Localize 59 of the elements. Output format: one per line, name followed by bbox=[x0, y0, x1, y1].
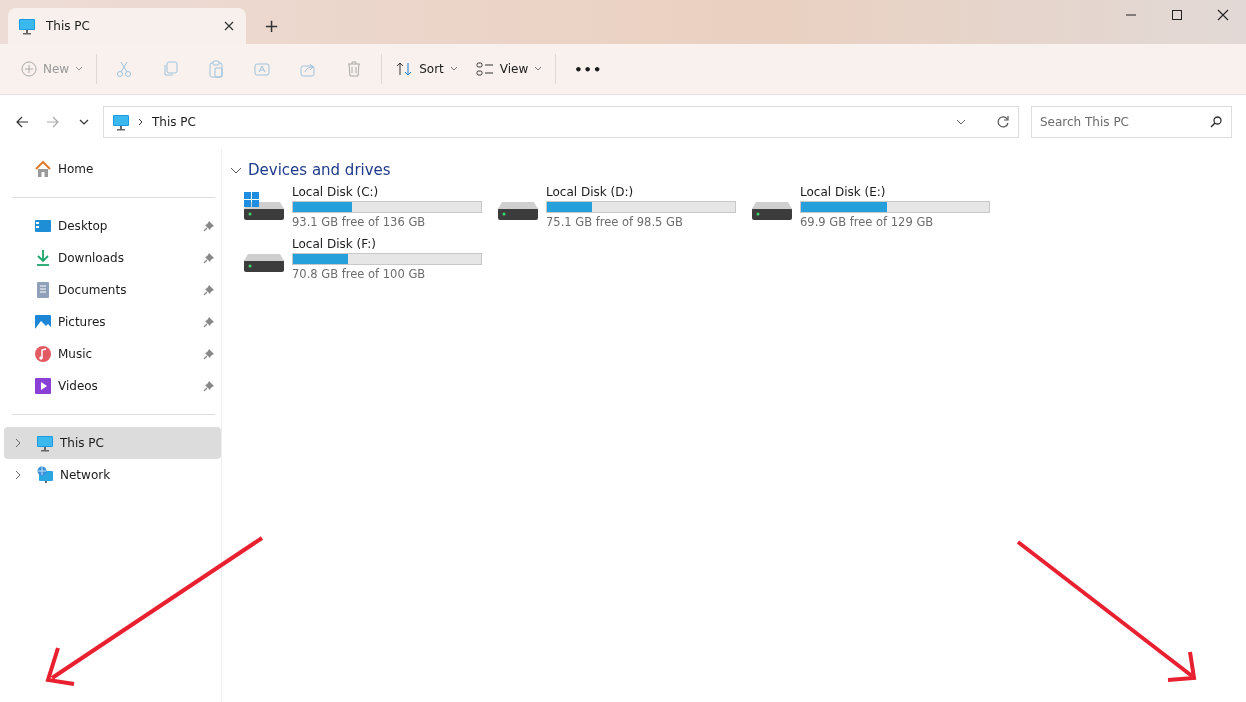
chevron-down-icon bbox=[956, 119, 966, 125]
music-icon bbox=[34, 345, 52, 363]
sidebar-item[interactable]: This PC bbox=[4, 427, 221, 459]
drive-name: Local Disk (C:) bbox=[292, 185, 380, 199]
more-button[interactable]: ••• bbox=[560, 52, 617, 86]
view-button[interactable]: View bbox=[466, 52, 552, 86]
back-icon[interactable] bbox=[15, 115, 29, 129]
sort-button[interactable]: Sort bbox=[386, 52, 467, 86]
drive-item[interactable]: Local Disk (F:) 70.8 GB free of 100 GB bbox=[242, 237, 496, 281]
refresh-icon bbox=[996, 115, 1010, 129]
computer-icon bbox=[18, 17, 36, 35]
caret-icon bbox=[75, 66, 84, 72]
breadcrumb[interactable]: This PC bbox=[152, 115, 196, 129]
new-tab-button[interactable]: + bbox=[264, 16, 280, 36]
sidebar-item[interactable]: Desktop bbox=[4, 210, 221, 242]
address-bar[interactable]: This PC bbox=[103, 106, 1019, 138]
maximize-icon[interactable] bbox=[1170, 8, 1184, 22]
caret-icon bbox=[449, 66, 458, 72]
image-icon bbox=[34, 313, 52, 331]
drive-space: 69.9 GB free of 129 GB bbox=[800, 215, 935, 229]
computer-icon bbox=[36, 434, 54, 452]
search-field[interactable]: Search This PC bbox=[1031, 106, 1232, 138]
caret-icon bbox=[534, 66, 543, 72]
drive-item[interactable]: Local Disk (E:) 69.9 GB free of 129 GB bbox=[750, 185, 1004, 229]
plus-icon bbox=[21, 61, 37, 77]
chevron-right-icon bbox=[138, 118, 144, 126]
search-icon bbox=[1209, 115, 1223, 129]
section-heading[interactable]: Devices and drives bbox=[248, 161, 391, 179]
computer-icon bbox=[112, 113, 130, 131]
drive-name: Local Disk (E:) bbox=[800, 185, 887, 199]
document-icon bbox=[34, 281, 52, 299]
drive-space: 70.8 GB free of 100 GB bbox=[292, 267, 427, 281]
sidebar-item[interactable]: Network bbox=[4, 459, 221, 491]
drive-item[interactable]: Local Disk (D:) 75.1 GB free of 98.5 GB bbox=[496, 185, 750, 229]
drive-item[interactable]: Local Disk (C:) 93.1 GB free of 136 GB bbox=[242, 185, 496, 229]
copy-icon bbox=[161, 60, 180, 78]
network-icon bbox=[36, 466, 54, 484]
sidebar-item[interactable]: Music bbox=[4, 338, 221, 370]
close-icon[interactable] bbox=[1216, 8, 1230, 22]
cut-icon bbox=[115, 60, 134, 78]
paste-icon bbox=[207, 60, 226, 78]
drive-name: Local Disk (F:) bbox=[292, 237, 377, 251]
video-icon bbox=[34, 377, 52, 395]
sidebar-item[interactable]: Home bbox=[4, 153, 221, 185]
sidebar-item[interactable]: Documents bbox=[4, 274, 221, 306]
home-icon bbox=[34, 160, 52, 178]
sort-icon bbox=[395, 61, 414, 77]
desktop-icon bbox=[34, 217, 52, 235]
download-icon bbox=[34, 249, 52, 267]
drive-space: 75.1 GB free of 98.5 GB bbox=[546, 215, 684, 229]
sidebar-item[interactable]: Downloads bbox=[4, 242, 221, 274]
view-icon bbox=[475, 61, 494, 77]
drive-space: 93.1 GB free of 136 GB bbox=[292, 215, 427, 229]
tab[interactable]: This PC bbox=[8, 8, 246, 44]
sidebar-item[interactable]: Videos bbox=[4, 370, 221, 402]
drive-name: Local Disk (D:) bbox=[546, 185, 635, 199]
close-icon bbox=[222, 19, 236, 33]
sidebar-item[interactable]: Pictures bbox=[4, 306, 221, 338]
rename-icon bbox=[253, 60, 272, 78]
